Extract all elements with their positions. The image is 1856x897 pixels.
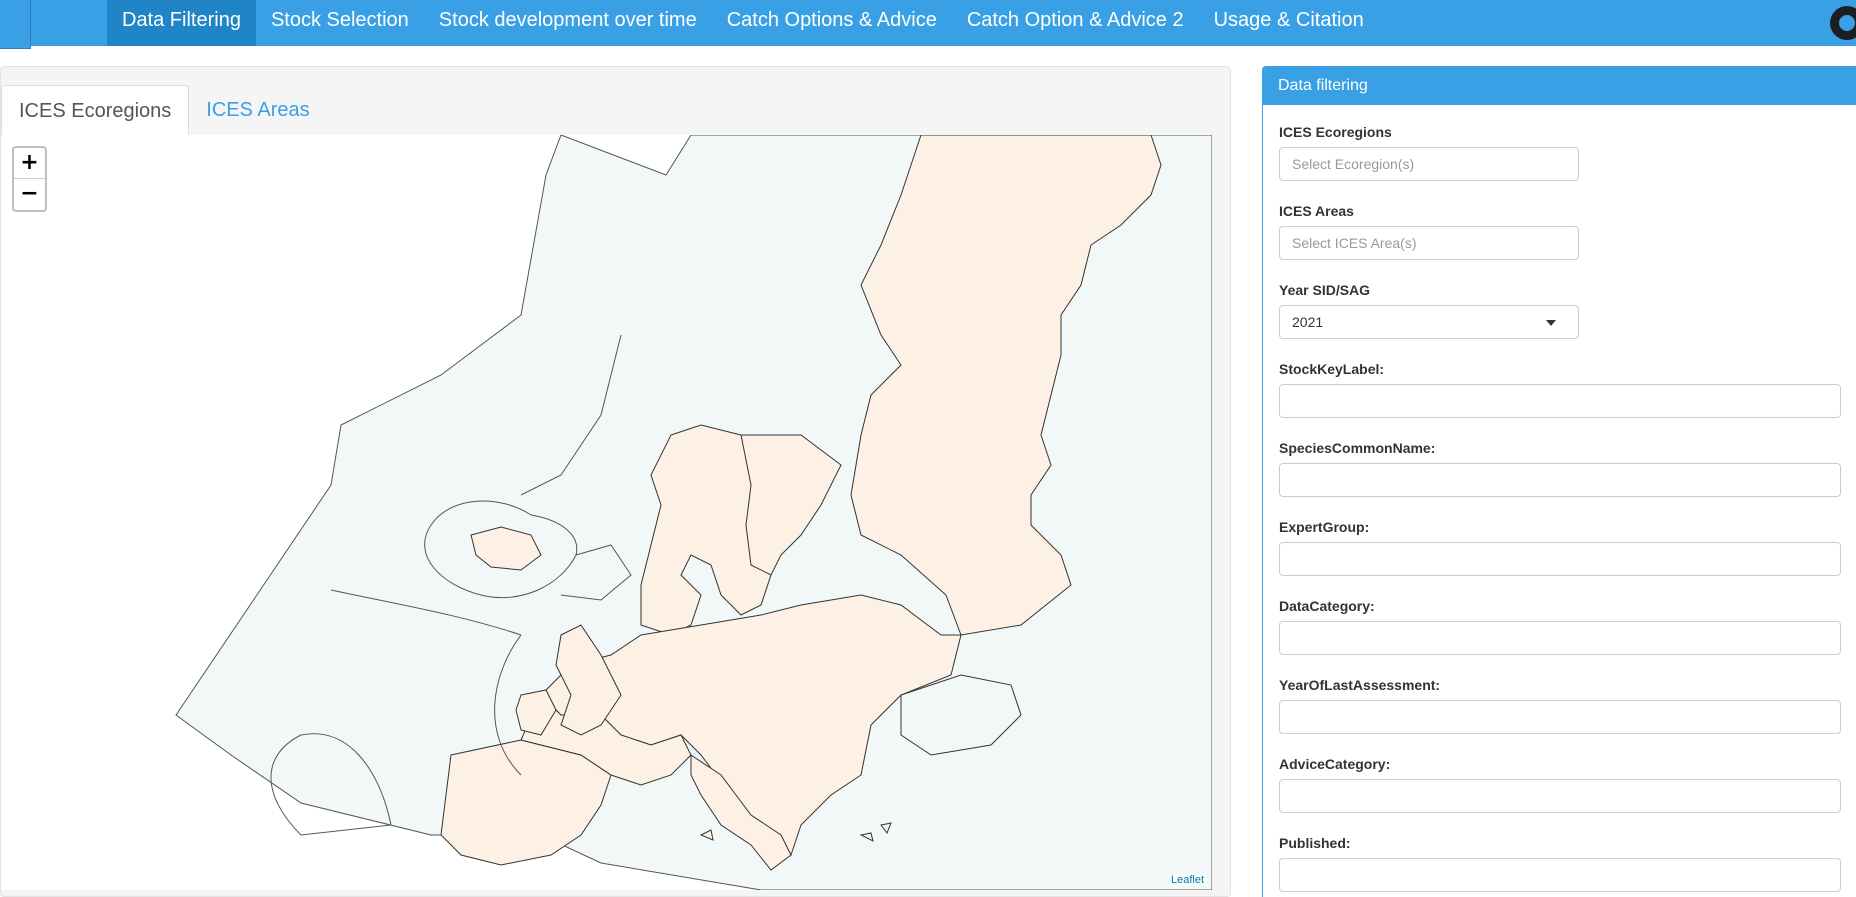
chevron-down-icon: [1546, 320, 1556, 326]
nav-catch-option-advice-2[interactable]: Catch Option & Advice 2: [952, 0, 1199, 46]
year-select[interactable]: 2021: [1279, 305, 1579, 339]
published-label: Published:: [1279, 835, 1351, 851]
map-tabs: ICES Ecoregions ICES Areas: [1, 85, 327, 135]
nav-stock-development[interactable]: Stock development over time: [424, 0, 712, 46]
expertgroup-input[interactable]: [1279, 542, 1841, 576]
zoom-out-button[interactable]: −: [14, 179, 45, 209]
zoom-in-button[interactable]: +: [14, 148, 45, 179]
species-input[interactable]: [1279, 463, 1841, 497]
github-icon[interactable]: [1830, 6, 1856, 40]
nav-data-filtering[interactable]: Data Filtering: [107, 0, 256, 46]
ecoregions-select[interactable]: Select Ecoregion(s): [1279, 147, 1579, 181]
stockkeylabel-input[interactable]: [1279, 384, 1841, 418]
map-zoom-control: + −: [12, 146, 47, 212]
ecoregion-map[interactable]: + − Leaflet: [1, 135, 1212, 890]
expertgroup-label: ExpertGroup:: [1279, 519, 1370, 535]
published-input[interactable]: [1279, 858, 1841, 892]
datacategory-input[interactable]: [1279, 621, 1841, 655]
year-select-value: 2021: [1292, 314, 1324, 330]
advicecategory-label: AdviceCategory:: [1279, 756, 1391, 772]
panel-heading: Data filtering: [1263, 67, 1856, 105]
nav-menu: Data Filtering Stock Selection Stock dev…: [107, 0, 1379, 46]
data-filtering-panel: Data filtering ICES Ecoregions Select Ec…: [1262, 66, 1856, 897]
year-label: Year SID/SAG: [1279, 282, 1371, 298]
nav-usage-citation[interactable]: Usage & Citation: [1199, 0, 1379, 46]
areas-label: ICES Areas: [1279, 203, 1354, 219]
yearoflastassessment-label: YearOfLastAssessment:: [1279, 677, 1441, 693]
yearoflastassessment-input[interactable]: [1279, 700, 1841, 734]
species-label: SpeciesCommonName:: [1279, 440, 1436, 456]
nav-stock-selection[interactable]: Stock Selection: [256, 0, 424, 46]
top-navbar: Data Filtering Stock Selection Stock dev…: [0, 0, 1856, 49]
areas-select[interactable]: Select ICES Area(s): [1279, 226, 1579, 260]
advicecategory-input[interactable]: [1279, 779, 1841, 813]
ecoregions-label: ICES Ecoregions: [1279, 124, 1392, 140]
leaflet-attribution[interactable]: Leaflet: [1168, 874, 1206, 886]
navbar-brand[interactable]: [0, 0, 31, 49]
map-canvas[interactable]: [1, 135, 1212, 890]
datacategory-label: DataCategory:: [1279, 598, 1375, 614]
tab-ices-ecoregions[interactable]: ICES Ecoregions: [1, 85, 190, 135]
tab-ices-areas[interactable]: ICES Areas: [189, 85, 326, 135]
nav-catch-options-advice[interactable]: Catch Options & Advice: [712, 0, 952, 46]
stockkeylabel-label: StockKeyLabel:: [1279, 361, 1385, 377]
